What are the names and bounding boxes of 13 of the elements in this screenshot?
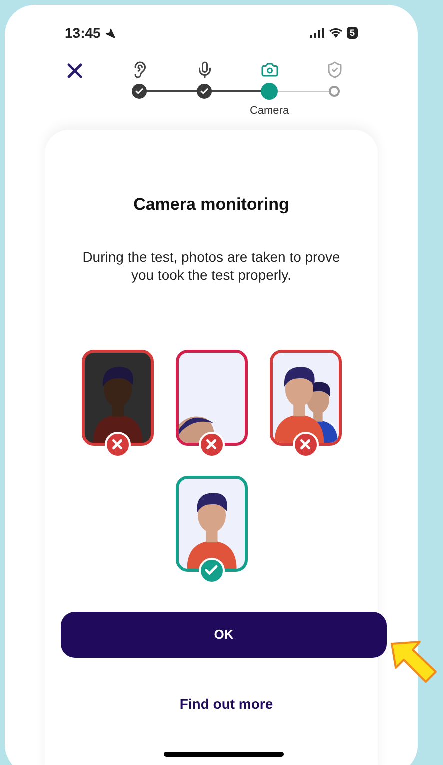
shield-icon: [326, 61, 344, 79]
wifi-icon: [328, 28, 343, 38]
page-title: Camera monitoring: [134, 194, 290, 216]
ok-button[interactable]: OK: [61, 612, 387, 658]
step-label: Camera: [250, 104, 290, 119]
location-arrow-icon: [104, 28, 116, 38]
description-text: During the test, photos are taken to prove you took the test properly.: [82, 248, 342, 284]
find-out-more-link[interactable]: Find out more: [0, 694, 443, 715]
pointer-arrow-icon: [390, 640, 438, 684]
battery-level: 5: [346, 27, 358, 39]
signal-icon: [310, 28, 325, 38]
status-time: 13:45: [65, 24, 101, 42]
camera-icon: [260, 61, 278, 79]
